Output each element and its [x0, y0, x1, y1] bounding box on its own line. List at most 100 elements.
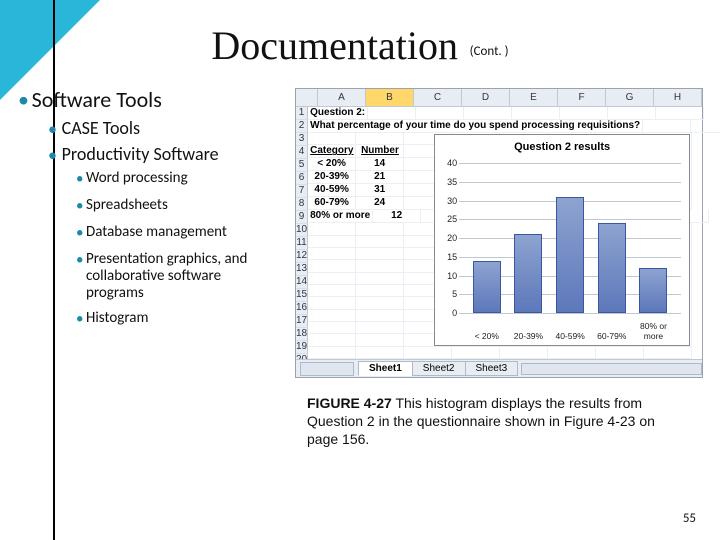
row-header: 6	[296, 172, 308, 185]
bullet-icon: •	[48, 144, 58, 166]
gridline	[459, 163, 681, 164]
slide-title: Documentation	[211, 22, 458, 69]
row-header: 5	[296, 159, 308, 172]
cell	[356, 133, 404, 145]
l1-text: Software Tools	[32, 88, 162, 112]
cell: 12	[373, 210, 421, 223]
chart-bar	[514, 234, 542, 313]
cell: Question 2:	[308, 107, 368, 120]
cell	[308, 310, 356, 322]
col-header: C	[414, 89, 462, 107]
cell	[644, 347, 692, 359]
row-header: 17	[296, 315, 308, 328]
cell	[416, 107, 464, 120]
l2-text: Productivity Software	[62, 144, 262, 164]
cell	[691, 120, 720, 133]
chart-title: Question 2 results	[435, 141, 689, 153]
y-tick-label: 30	[437, 196, 457, 206]
cell	[308, 334, 356, 346]
y-tick-label: 20	[437, 233, 457, 243]
list-item: •Presentation graphics, and collaborativ…	[76, 251, 278, 302]
l3-text: Spreadsheets	[86, 197, 266, 214]
bullet-icon: •	[76, 310, 86, 328]
row-header: 11	[296, 237, 308, 250]
cell: 60-79%	[308, 197, 356, 210]
chart-bar	[473, 261, 501, 314]
x-category-label: < 20%	[469, 331, 505, 341]
cell: 24	[356, 197, 404, 210]
bullet-icon: •	[18, 88, 28, 112]
figure-label: FIGURE 4-27	[307, 395, 392, 411]
x-category-label: 20-39%	[510, 331, 546, 341]
cell: 21	[356, 171, 404, 184]
cell	[500, 347, 548, 359]
cell	[356, 236, 404, 248]
row-header: 8	[296, 198, 308, 211]
cell: 80% or more	[308, 210, 373, 223]
l3-text: Presentation graphics, and collaborative…	[86, 251, 266, 302]
row-header: 2	[296, 120, 308, 133]
row-header: 1	[296, 107, 308, 120]
figure-caption: FIGURE 4-27 This histogram displays the …	[307, 394, 687, 448]
row-header: 9	[296, 211, 308, 224]
sheet-nav-icon	[300, 362, 354, 376]
cell	[356, 223, 404, 235]
excel-sheet-tabs: Sheet1 Sheet2 Sheet3	[296, 359, 702, 377]
cell	[643, 120, 691, 133]
y-tick-label: 40	[437, 158, 457, 168]
bullet-icon: •	[48, 118, 58, 140]
sheet-tab-active: Sheet1	[358, 361, 413, 376]
list-item: •Spreadsheets	[76, 197, 278, 216]
cell	[356, 347, 404, 359]
cell	[452, 347, 500, 359]
cell: 31	[356, 184, 404, 197]
cell	[308, 347, 356, 359]
sheet-tab: Sheet2	[412, 361, 466, 376]
cell	[308, 248, 356, 260]
y-tick-label: 15	[437, 252, 457, 262]
bullet-icon: •	[76, 251, 86, 269]
cell	[608, 107, 656, 120]
row-header: 14	[296, 276, 308, 289]
y-tick-label: 25	[437, 214, 457, 224]
y-tick-label: 35	[437, 177, 457, 187]
x-category-label: 40-59%	[552, 331, 588, 341]
cell	[356, 310, 404, 322]
x-category-label: 80% or more	[635, 321, 671, 341]
chart-plot-area: 0510152025303540< 20%20-39%40-59%60-79%8…	[459, 163, 681, 313]
sheet-tab: Sheet3	[465, 361, 519, 376]
chart-bar	[556, 197, 584, 313]
col-header: E	[510, 89, 558, 107]
l3-text: Database management	[86, 224, 266, 241]
list-item: •Histogram	[76, 310, 278, 329]
cell	[308, 297, 356, 309]
row-header: 18	[296, 328, 308, 341]
row-header: 13	[296, 263, 308, 276]
bullet-icon: •	[76, 197, 86, 215]
cell	[356, 260, 404, 272]
l2-text: CASE Tools	[62, 118, 262, 138]
cell	[356, 297, 404, 309]
cell	[656, 107, 704, 120]
cell	[308, 133, 356, 145]
row-header: 12	[296, 250, 308, 263]
cell: 14	[356, 158, 404, 171]
list-item: •Word processing	[76, 170, 278, 189]
cell	[308, 322, 356, 334]
list-item: • Software Tools • CASE Tools • Producti…	[18, 88, 278, 329]
col-header: F	[558, 89, 606, 107]
figure: A B C D E F G H 123456789101112131415161…	[295, 88, 703, 448]
cell: Number	[356, 145, 404, 158]
bullet-icon: •	[76, 170, 86, 188]
excel-window: A B C D E F G H 123456789101112131415161…	[295, 88, 703, 378]
y-tick-label: 5	[437, 289, 457, 299]
col-header: A	[318, 89, 366, 107]
l3-text: Word processing	[86, 170, 266, 187]
bullet-icon: •	[76, 224, 86, 242]
row-header: 15	[296, 289, 308, 302]
cell	[356, 273, 404, 285]
excel-corner	[296, 89, 318, 107]
cell	[368, 107, 416, 120]
cell	[512, 107, 560, 120]
cell: What percentage of your time do you spen…	[308, 120, 643, 133]
